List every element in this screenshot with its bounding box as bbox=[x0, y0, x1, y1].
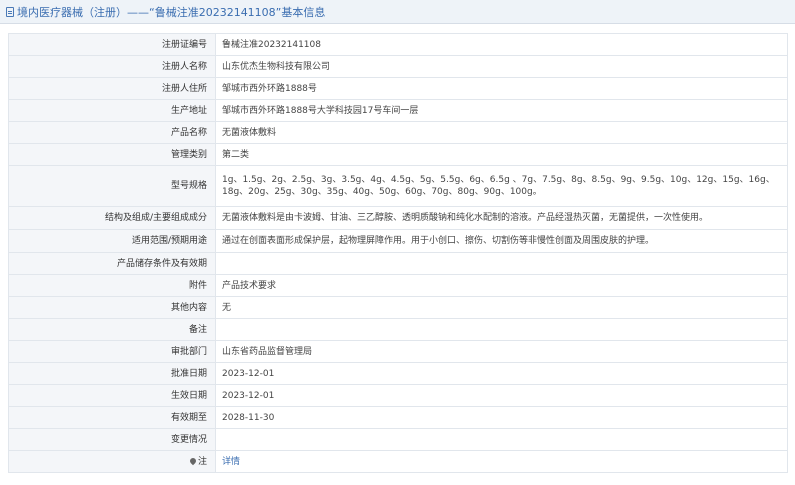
note-label-text: 注 bbox=[197, 456, 207, 467]
row-label: 生产地址 bbox=[8, 99, 216, 122]
row-value: 无菌液体敷料是由卡波姆、甘油、三乙醇胺、透明质酸钠和纯化水配制的溶液。产品经湿热… bbox=[215, 206, 788, 230]
row-label: 产品名称 bbox=[8, 121, 216, 144]
table-row: 附件 产品技术要求 bbox=[8, 274, 788, 297]
row-value: 产品技术要求 bbox=[215, 274, 788, 297]
row-label: 注册人名称 bbox=[8, 55, 216, 78]
document-icon bbox=[6, 6, 14, 17]
row-value: 山东优杰生物科技有限公司 bbox=[215, 55, 788, 78]
row-value: 1g、1.5g、2g、2.5g、3g、3.5g、4g、4.5g、5g、5.5g、… bbox=[215, 165, 788, 207]
table-row: 结构及组成/主要组成成分 无菌液体敷料是由卡波姆、甘油、三乙醇胺、透明质酸钠和纯… bbox=[8, 206, 788, 230]
row-label: 注册人住所 bbox=[8, 77, 216, 100]
row-label: 产品储存条件及有效期 bbox=[8, 252, 216, 275]
row-value: 邹城市西外环路1888号 bbox=[215, 77, 788, 100]
table-row: 注册人名称 山东优杰生物科技有限公司 bbox=[8, 55, 788, 78]
row-label: 管理类别 bbox=[8, 143, 216, 166]
row-value: 鲁械注准20232141108 bbox=[215, 33, 788, 56]
note-label: 注 bbox=[8, 450, 216, 473]
table-row: 批准日期 2023-12-01 bbox=[8, 362, 788, 385]
page-title: 境内医疗器械（注册）——“鲁械注准20232141108”基本信息 bbox=[17, 5, 326, 19]
table-row: 注册人住所 邹城市西外环路1888号 bbox=[8, 77, 788, 100]
row-label: 附件 bbox=[8, 274, 216, 297]
table-row: 生产地址 邹城市西外环路1888号大学科技园17号车间一层 bbox=[8, 99, 788, 122]
row-label: 备注 bbox=[8, 318, 216, 341]
table-row: 注册证编号 鲁械注准20232141108 bbox=[8, 33, 788, 56]
row-label: 有效期至 bbox=[8, 406, 216, 429]
row-value: 2023-12-01 bbox=[215, 384, 788, 407]
page-header: 境内医疗器械（注册）——“鲁械注准20232141108”基本信息 bbox=[0, 0, 795, 24]
row-value: 通过在创面表面形成保护层，起物理屏障作用。用于小创口、擦伤、切割伤等非慢性创面及… bbox=[215, 229, 788, 253]
row-value: 第二类 bbox=[215, 143, 788, 166]
table-row: 有效期至 2028-11-30 bbox=[8, 406, 788, 429]
row-value: 2028-11-30 bbox=[215, 406, 788, 429]
table-row: 管理类别 第二类 bbox=[8, 143, 788, 166]
row-value: 无菌液体敷料 bbox=[215, 121, 788, 144]
row-label: 生效日期 bbox=[8, 384, 216, 407]
row-value bbox=[215, 318, 788, 341]
details-link[interactable]: 详情 bbox=[222, 457, 240, 467]
table-row: 适用范围/预期用途 通过在创面表面形成保护层，起物理屏障作用。用于小创口、擦伤、… bbox=[8, 229, 788, 253]
table-row: 注 详情 bbox=[8, 450, 788, 473]
table-row: 产品储存条件及有效期 bbox=[8, 252, 788, 275]
row-value: 山东省药品监督管理局 bbox=[215, 340, 788, 363]
row-label: 其他内容 bbox=[8, 296, 216, 319]
row-value bbox=[215, 252, 788, 275]
row-label: 型号规格 bbox=[8, 165, 216, 207]
row-label: 批准日期 bbox=[8, 362, 216, 385]
note-value: 详情 bbox=[215, 450, 788, 473]
row-label: 适用范围/预期用途 bbox=[8, 229, 216, 253]
table-row: 型号规格 1g、1.5g、2g、2.5g、3g、3.5g、4g、4.5g、5g、… bbox=[8, 165, 788, 207]
table-row: 生效日期 2023-12-01 bbox=[8, 384, 788, 407]
row-label: 结构及组成/主要组成成分 bbox=[8, 206, 216, 230]
table-row: 变更情况 bbox=[8, 428, 788, 451]
table-row: 备注 bbox=[8, 318, 788, 341]
info-table: 注册证编号 鲁械注准20232141108 注册人名称 山东优杰生物科技有限公司… bbox=[8, 33, 788, 473]
table-row: 产品名称 无菌液体敷料 bbox=[8, 121, 788, 144]
row-label: 变更情况 bbox=[8, 428, 216, 451]
table-row: 其他内容 无 bbox=[8, 296, 788, 319]
row-value: 邹城市西外环路1888号大学科技园17号车间一层 bbox=[215, 99, 788, 122]
table-row: 审批部门 山东省药品监督管理局 bbox=[8, 340, 788, 363]
row-value bbox=[215, 428, 788, 451]
pin-icon bbox=[188, 456, 198, 466]
row-label: 注册证编号 bbox=[8, 33, 216, 56]
row-value: 2023-12-01 bbox=[215, 362, 788, 385]
row-label: 审批部门 bbox=[8, 340, 216, 363]
row-value: 无 bbox=[215, 296, 788, 319]
